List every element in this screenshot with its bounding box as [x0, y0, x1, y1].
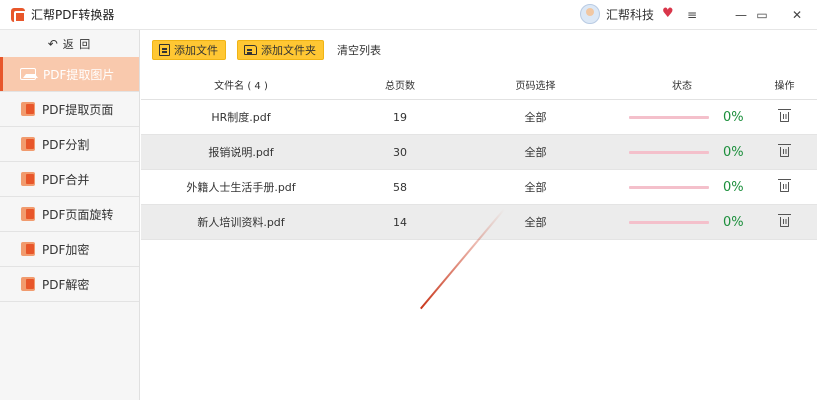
page-count: 30: [393, 145, 407, 159]
sidebar-item-rotate[interactable]: PDF页面旋转: [0, 197, 139, 232]
actions-cell: [752, 213, 817, 230]
header-page-range: 页码选择: [515, 81, 556, 92]
progress-percent: 0%: [723, 109, 744, 125]
page-count: 19: [393, 110, 407, 124]
pdf-icon: [21, 102, 35, 116]
app-title: 汇帮PDF转换器: [31, 8, 115, 22]
page-count: 14: [393, 215, 407, 229]
file-name: 新人培训资料.pdf: [197, 216, 285, 229]
status-cell: 0%: [612, 110, 752, 125]
table-row[interactable]: HR制度.pdf 19 全部 0%: [141, 100, 817, 135]
sidebar-item-decrypt[interactable]: PDF解密: [0, 267, 139, 302]
sidebar-item-label: PDF合并: [42, 172, 90, 187]
toolbar: 添加文件 添加文件夹 清空列表: [141, 30, 817, 70]
sidebar-item-merge[interactable]: PDF合并: [0, 162, 139, 197]
add-file-button[interactable]: 添加文件: [152, 40, 226, 60]
image-icon: [20, 68, 38, 80]
progress-bar: [629, 185, 709, 189]
progress-percent: 0%: [723, 179, 744, 195]
actions-cell: [752, 108, 817, 125]
table-row[interactable]: 新人培训资料.pdf 14 全部 0%: [141, 205, 817, 240]
maximize-icon[interactable]: ▭: [745, 0, 779, 30]
sidebar-item-extract-images[interactable]: PDF提取图片: [0, 57, 139, 92]
pdf-icon: [21, 137, 35, 151]
page-range-select[interactable]: 全部: [459, 179, 612, 195]
progress-percent: 0%: [723, 144, 744, 160]
add-file-label: 添加文件: [174, 44, 218, 57]
file-name: 报销说明.pdf: [208, 146, 274, 159]
delete-icon[interactable]: [778, 108, 791, 122]
page-range-select[interactable]: 全部: [459, 109, 612, 125]
pdf-icon: [21, 172, 35, 186]
avatar: [580, 4, 600, 24]
header-status: 状态: [672, 81, 692, 92]
sidebar: ↶ 返 回 PDF提取图片 PDF提取页面 PDF分割 PDF合并 PDF页面旋…: [0, 30, 140, 400]
header-filename: 文件名 ( 4 ): [214, 81, 268, 92]
status-cell: 0%: [612, 145, 752, 160]
pdf-icon: [21, 242, 35, 256]
table-row[interactable]: 外籍人士生活手册.pdf 58 全部 0%: [141, 170, 817, 205]
header-actions: 操作: [774, 81, 795, 92]
status-cell: 0%: [612, 215, 752, 230]
back-button[interactable]: ↶ 返 回: [0, 30, 139, 57]
delete-icon[interactable]: [778, 213, 791, 227]
add-folder-button[interactable]: 添加文件夹: [237, 40, 324, 60]
status-cell: 0%: [612, 180, 752, 195]
table-row[interactable]: 报销说明.pdf 30 全部 0%: [141, 135, 817, 170]
app-logo-icon: [11, 7, 26, 23]
page-range-select[interactable]: 全部: [459, 144, 612, 160]
header-pages: 总页数: [385, 81, 415, 92]
sidebar-item-encrypt[interactable]: PDF加密: [0, 232, 139, 267]
sidebar-item-label: PDF页面旋转: [42, 207, 114, 222]
table-header: 文件名 ( 4 ) 总页数 页码选择 状态 操作: [141, 70, 817, 100]
sidebar-item-label: PDF分割: [42, 137, 90, 152]
page-range-select[interactable]: 全部: [459, 214, 612, 230]
progress-bar: [629, 220, 709, 224]
folder-add-icon: [244, 45, 257, 55]
brand-name: 汇帮科技: [606, 7, 655, 22]
progress-bar: [629, 150, 709, 154]
file-name: HR制度.pdf: [211, 111, 271, 124]
file-name: 外籍人士生活手册.pdf: [186, 181, 296, 194]
delete-icon[interactable]: [778, 143, 791, 157]
actions-cell: [752, 143, 817, 160]
sidebar-item-label: PDF提取页面: [42, 102, 114, 117]
back-icon: ↶: [47, 36, 58, 51]
sidebar-item-label: PDF提取图片: [43, 67, 115, 82]
file-add-icon: [159, 44, 170, 56]
pdf-icon: [21, 207, 35, 221]
page-count: 58: [393, 180, 407, 194]
close-icon[interactable]: ✕: [780, 0, 814, 30]
delete-icon[interactable]: [778, 178, 791, 192]
pdf-icon: [21, 277, 35, 291]
back-label: 返 回: [62, 37, 92, 51]
add-folder-label: 添加文件夹: [261, 44, 316, 57]
clear-list-button[interactable]: 清空列表: [337, 42, 381, 58]
vip-badge-icon[interactable]: ♥: [662, 7, 676, 21]
sidebar-item-label: PDF加密: [42, 242, 90, 257]
title-bar: 汇帮PDF转换器 汇帮科技 ♥ ≡ — ▭ ✕: [0, 0, 817, 30]
actions-cell: [752, 178, 817, 195]
sidebar-item-split[interactable]: PDF分割: [0, 127, 139, 162]
menu-icon[interactable]: ≡: [675, 0, 709, 30]
brand[interactable]: 汇帮科技 ♥: [580, 4, 676, 24]
sidebar-item-extract-pages[interactable]: PDF提取页面: [0, 92, 139, 127]
progress-bar: [629, 115, 709, 119]
progress-percent: 0%: [723, 214, 744, 230]
sidebar-item-label: PDF解密: [42, 277, 90, 292]
file-table: 文件名 ( 4 ) 总页数 页码选择 状态 操作 HR制度.pdf 19 全部 …: [141, 70, 817, 240]
